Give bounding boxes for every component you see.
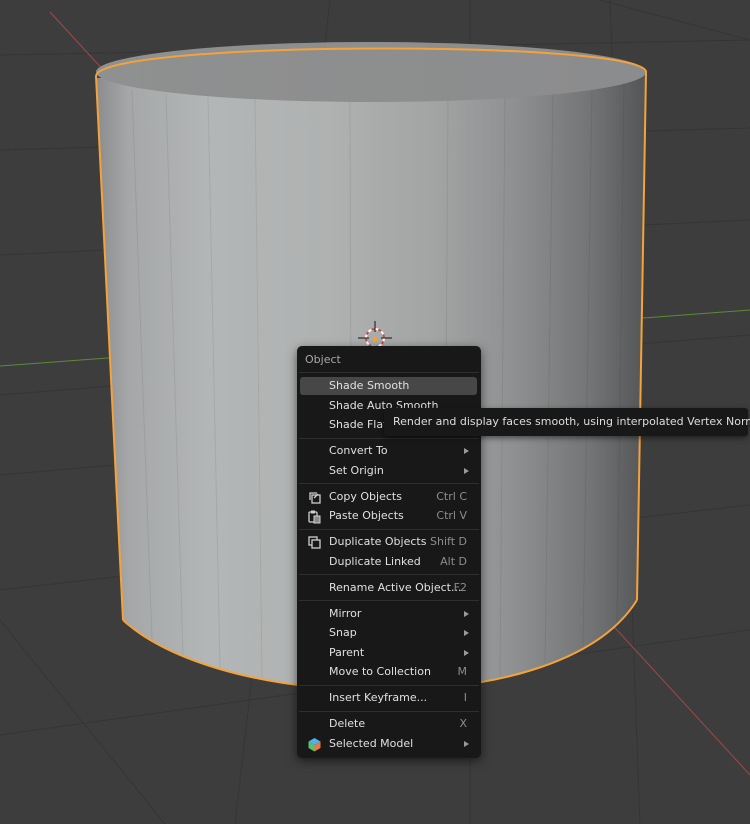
menu-separator [299,600,479,601]
shortcut-label: Ctrl V [436,509,467,522]
menu-item-copy-objects[interactable]: Copy Objects Ctrl C [300,488,477,506]
menu-item-label: Shade Flat [329,418,388,431]
menu-item-label: Copy Objects [329,490,402,503]
menu-item-convert-to[interactable]: Convert To [300,442,477,460]
menu-separator [299,438,479,439]
menu-item-label: Set Origin [329,464,384,477]
menu-item-selected-model[interactable]: Selected Model [300,735,477,753]
menu-item-duplicate-linked[interactable]: Duplicate Linked Alt D [300,553,477,571]
menu-item-rename-active-object[interactable]: Rename Active Object... F2 [300,579,477,597]
menu-item-label: Selected Model [329,737,414,750]
submenu-arrow-icon [464,611,469,617]
menu-separator [299,372,479,373]
menu-item-label: Duplicate Linked [329,555,421,568]
menu-item-label: Convert To [329,444,388,457]
menu-separator [299,574,479,575]
menu-item-label: Parent [329,646,365,659]
menu-item-insert-keyframe[interactable]: Insert Keyframe... I [300,689,477,707]
submenu-arrow-icon [464,741,469,747]
shortcut-label: M [457,665,468,678]
menu-item-label: Delete [329,717,366,730]
menu-item-label: Duplicate Objects [329,535,427,548]
shortcut-label: I [463,691,467,704]
paste-icon [308,510,321,524]
shortcut-label: Ctrl C [436,490,467,503]
menu-separator [299,529,479,530]
menu-item-set-origin[interactable]: Set Origin [300,462,477,480]
menu-item-shade-smooth[interactable]: Shade Smooth [300,377,477,395]
menu-item-paste-objects[interactable]: Paste Objects Ctrl V [300,507,477,525]
menu-item-label: Move to Collection [329,665,431,678]
addon-cube-icon [308,738,321,752]
submenu-arrow-icon [464,468,469,474]
tooltip: Render and display faces smooth, using i… [384,408,750,436]
tooltip-text: Render and display faces smooth, using i… [393,415,750,428]
copy-icon [309,492,321,504]
menu-separator [299,711,479,712]
menu-item-label: Insert Keyframe... [329,691,428,704]
submenu-arrow-icon [464,630,469,636]
duplicate-icon [308,536,321,549]
menu-item-label: Shade Smooth [329,379,410,392]
menu-item-mirror[interactable]: Mirror [300,605,477,623]
menu-separator [299,685,479,686]
menu-title: Object [305,353,341,366]
shortcut-label: X [459,717,467,730]
menu-item-move-to-collection[interactable]: Move to Collection M [300,663,477,681]
menu-item-label: Paste Objects [329,509,404,522]
menu-item-snap[interactable]: Snap [300,624,477,642]
menu-item-label: Mirror [329,607,362,620]
menu-item-label: Snap [329,626,357,639]
menu-separator [299,483,479,484]
menu-item-parent[interactable]: Parent [300,644,477,662]
menu-item-label: Rename Active Object... [329,581,462,594]
menu-item-duplicate-objects[interactable]: Duplicate Objects Shift D [300,533,477,551]
submenu-arrow-icon [464,448,469,454]
shortcut-label: Alt D [440,555,467,568]
shortcut-label: Shift D [430,535,467,548]
submenu-arrow-icon [464,650,469,656]
menu-item-delete[interactable]: Delete X [300,715,477,733]
shortcut-label: F2 [453,581,467,594]
